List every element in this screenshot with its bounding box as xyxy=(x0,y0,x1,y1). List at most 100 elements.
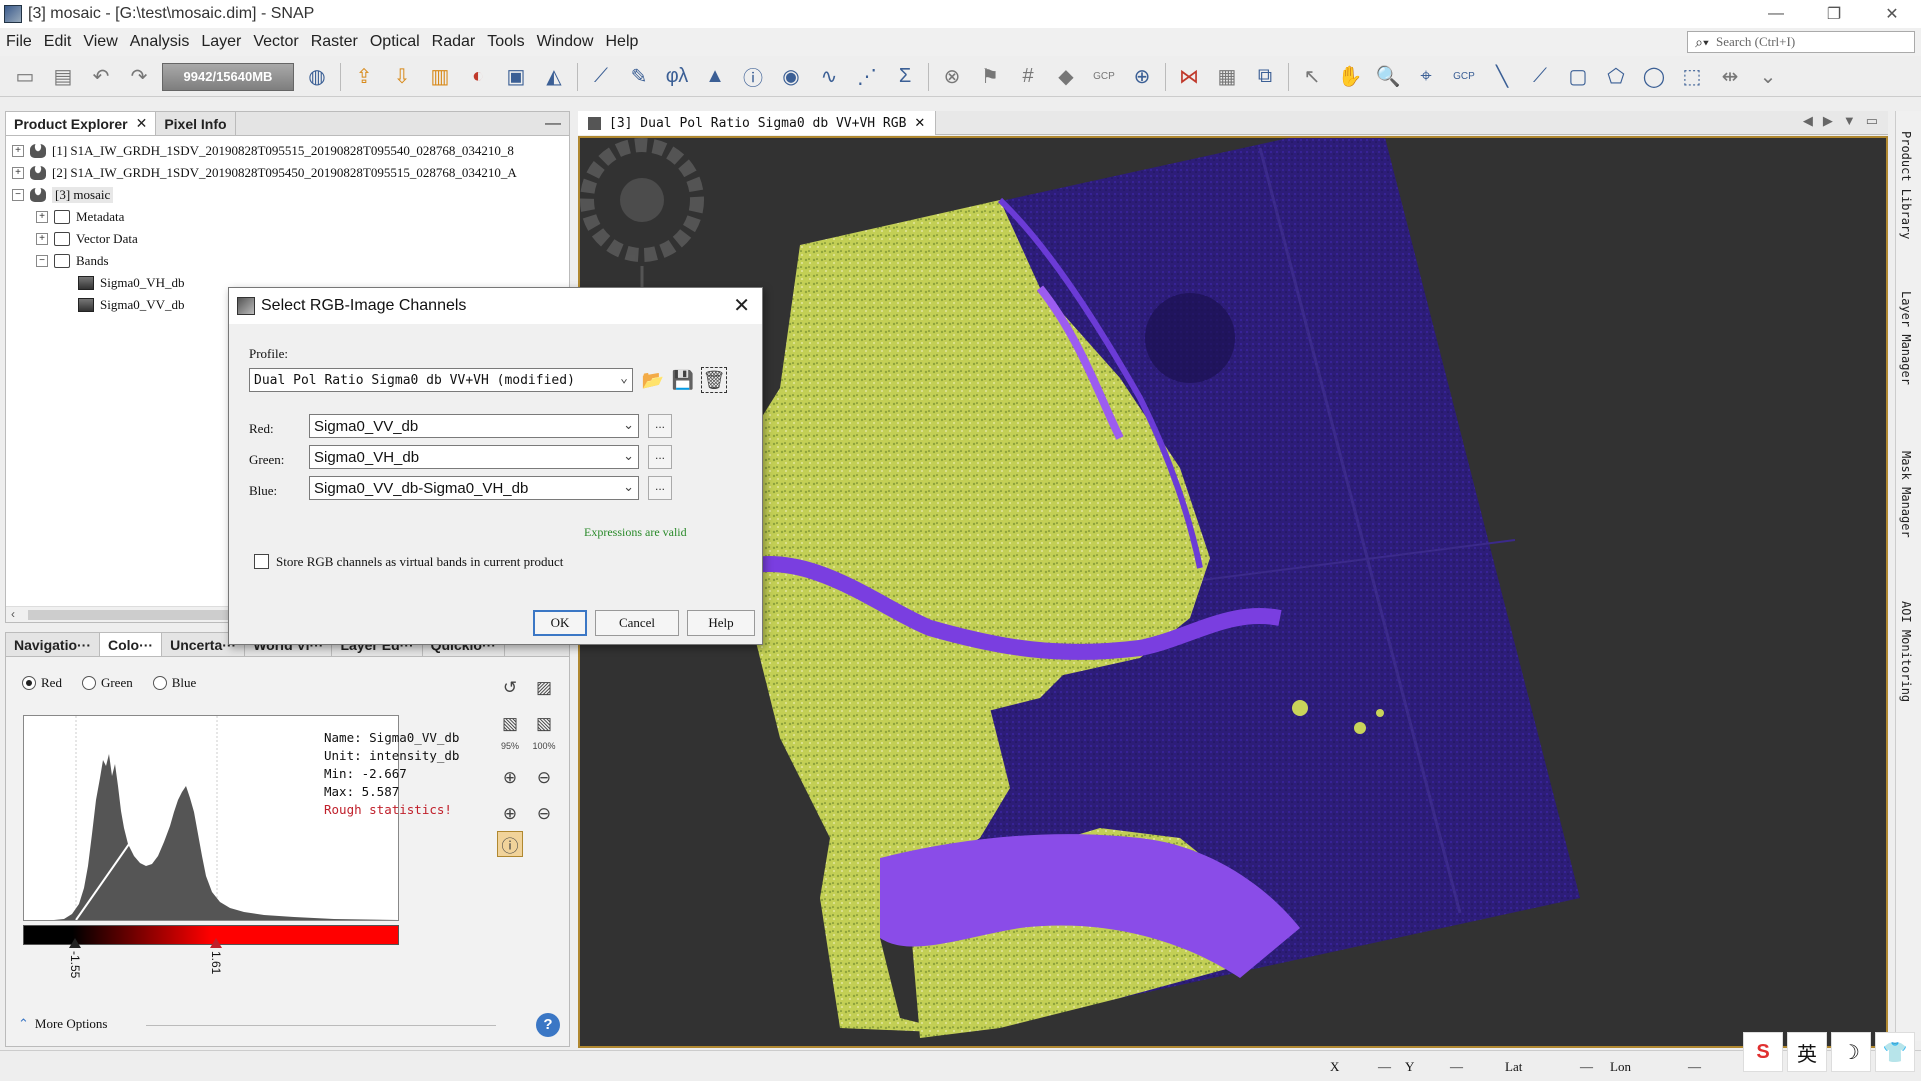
menu-file[interactable]: File xyxy=(0,33,38,51)
mosaic-icon[interactable]: ⧉ xyxy=(1250,62,1280,92)
red-expression-input[interactable]: Sigma0_VV_db ⌄ xyxy=(309,414,639,438)
globe-icon[interactable]: ⊕ xyxy=(1127,62,1157,92)
gcp-manager-icon[interactable]: GCP xyxy=(1089,62,1119,92)
dialog-close-button[interactable]: ✕ xyxy=(733,293,750,318)
memory-indicator[interactable]: 9942/15640MB xyxy=(162,62,294,91)
multi-apply-icon[interactable]: ▧ xyxy=(531,711,557,737)
zoom-95-label[interactable]: 95% xyxy=(497,739,523,753)
blue-expression-input[interactable]: Sigma0_VV_db-Sigma0_VH_db ⌄ xyxy=(309,476,639,500)
expand-icon[interactable]: + xyxy=(12,167,24,179)
tree-node-vector-data[interactable]: + Vector Data xyxy=(36,228,138,250)
radio-dot[interactable] xyxy=(152,676,167,690)
ellipse-tool-icon[interactable]: ◯ xyxy=(1639,62,1669,92)
slider-high-handle[interactable] xyxy=(210,938,222,948)
radio-dot[interactable] xyxy=(81,676,96,690)
collapse-icon[interactable]: − xyxy=(12,189,24,201)
pan-tool-icon[interactable]: ✋ xyxy=(1335,62,1365,92)
menu-optical[interactable]: Optical xyxy=(364,33,426,51)
select-tool-icon[interactable]: ↖ xyxy=(1297,62,1327,92)
store-virtual-bands-checkbox[interactable] xyxy=(254,554,269,569)
gcp-tool-icon[interactable]: GCP xyxy=(1449,62,1479,92)
radio-blue[interactable]: Blue xyxy=(152,675,196,691)
tab-aoi-monitoring[interactable]: AOI Monitoring xyxy=(1899,601,1913,702)
tree-node-product-2[interactable]: + [2] S1A_IW_GRDH_1SDV_20190828T095450_2… xyxy=(12,162,517,184)
radio-red[interactable]: Red xyxy=(22,675,62,691)
save-profile-icon[interactable]: 💾 xyxy=(670,367,696,393)
expand-icon[interactable]: + xyxy=(12,145,24,157)
band-maths-icon[interactable]: ▣ xyxy=(501,62,531,92)
scatter-plot-icon[interactable]: ⋰ xyxy=(852,62,882,92)
world-map-icon[interactable]: ◍ xyxy=(302,62,332,92)
minimize-button[interactable]: — xyxy=(1747,0,1805,28)
ime-moon-icon[interactable]: ☽ xyxy=(1831,1032,1871,1072)
reset-icon[interactable]: ↺ xyxy=(497,675,523,701)
pins-icon[interactable]: ⚑ xyxy=(975,62,1005,92)
redo-icon[interactable]: ↷ xyxy=(124,62,154,92)
open-product-icon[interactable]: ▭ xyxy=(10,62,40,92)
histogram-icon[interactable]: ▲ xyxy=(700,62,730,92)
collapse-icon[interactable]: − xyxy=(36,255,48,267)
sum-icon[interactable]: Σ xyxy=(890,62,920,92)
minimize-panel-button[interactable]: — xyxy=(545,115,561,133)
rgb-image-icon[interactable]: ◐ xyxy=(463,62,493,92)
menu-radar[interactable]: Radar xyxy=(426,33,482,51)
menu-vector[interactable]: Vector xyxy=(247,33,304,51)
blue-expression-editor-button[interactable]: ... xyxy=(648,476,672,500)
import-palette-icon[interactable]: ▨ xyxy=(531,675,557,701)
tab-pixel-info[interactable]: Pixel Info xyxy=(156,112,236,135)
pin-tool-icon[interactable]: ⌖ xyxy=(1411,62,1441,92)
statistics-icon[interactable]: ∿ xyxy=(814,62,844,92)
close-tab-icon[interactable]: ✕ xyxy=(914,115,925,131)
sar-mosaic-image[interactable] xyxy=(580,138,1886,1046)
menu-analysis[interactable]: Analysis xyxy=(124,33,196,51)
bands-icon[interactable]: ▥ xyxy=(425,62,455,92)
scrollbar-thumb[interactable] xyxy=(28,610,248,620)
zoom-out-vertical-icon[interactable]: ⊖ xyxy=(531,765,557,791)
tab-prev-icon[interactable]: ◀ xyxy=(1803,113,1813,129)
spectrum-icon[interactable]: φλ xyxy=(662,62,692,92)
menu-layer[interactable]: Layer xyxy=(195,33,247,51)
zoom-out-horizontal-icon[interactable]: ⊖ xyxy=(531,801,557,827)
ime-logo-icon[interactable]: S xyxy=(1743,1032,1783,1072)
profile-select[interactable]: Dual Pol Ratio Sigma0 db VV+VH (modified… xyxy=(249,368,633,392)
delete-profile-icon[interactable]: 🗑 xyxy=(701,367,727,393)
cancel-button[interactable]: Cancel xyxy=(595,610,679,636)
edit-icon[interactable]: ✎ xyxy=(624,62,654,92)
tab-layer-manager[interactable]: Layer Manager xyxy=(1899,291,1913,385)
tab-product-explorer[interactable]: Product Explorer ✕ xyxy=(6,112,157,135)
maximize-view-icon[interactable]: ▭ xyxy=(1866,113,1878,129)
magic-wand-icon[interactable]: ⬚ xyxy=(1677,62,1707,92)
more-options-toggle[interactable]: ⌃ More Options xyxy=(18,1016,108,1032)
tab-list-icon[interactable]: ▼ xyxy=(1843,113,1856,129)
polygon-tool-icon[interactable]: ⬠ xyxy=(1601,62,1631,92)
menu-edit[interactable]: Edit xyxy=(38,33,78,51)
menu-help[interactable]: Help xyxy=(599,33,644,51)
gcp-tool-icon[interactable]: ⊗ xyxy=(937,62,967,92)
menu-view[interactable]: View xyxy=(77,33,123,51)
range-finder-icon[interactable]: ⇹ xyxy=(1715,62,1745,92)
filter-icon[interactable]: ◭ xyxy=(539,62,569,92)
close-tab-icon[interactable]: ✕ xyxy=(136,115,148,132)
expand-icon[interactable]: + xyxy=(36,233,48,245)
expand-icon[interactable]: + xyxy=(36,211,48,223)
scroll-left-icon[interactable]: ‹ xyxy=(11,607,15,621)
tree-node-product-3[interactable]: − [3] mosaic xyxy=(12,184,114,206)
analysis-icon[interactable]: ◉ xyxy=(776,62,806,92)
open-profile-icon[interactable]: 📂 xyxy=(640,367,666,393)
import-raster-icon[interactable]: ⇪ xyxy=(349,62,379,92)
tab-colour-manipulation[interactable]: Colo··· xyxy=(100,633,163,656)
image-view[interactable] xyxy=(578,136,1888,1048)
zoom-in-vertical-icon[interactable]: ⊕ xyxy=(497,765,523,791)
zoom-tool-icon[interactable]: 🔍 xyxy=(1373,62,1403,92)
tab-product-library[interactable]: Product Library xyxy=(1899,131,1913,239)
green-expression-input[interactable]: Sigma0_VH_db ⌄ xyxy=(309,445,639,469)
tab-mask-manager[interactable]: Mask Manager xyxy=(1899,451,1913,538)
ime-skin-icon[interactable]: 👕 xyxy=(1875,1032,1915,1072)
save-product-icon[interactable]: ▤ xyxy=(48,62,78,92)
menu-window[interactable]: Window xyxy=(531,33,600,51)
undo-icon[interactable]: ↶ xyxy=(86,62,116,92)
toolbar-overflow-icon[interactable]: ⌄ xyxy=(1753,62,1783,92)
restore-button[interactable]: ❐ xyxy=(1805,0,1863,28)
tree-node-bands[interactable]: − Bands xyxy=(36,250,109,272)
tab-next-icon[interactable]: ▶ xyxy=(1823,113,1833,129)
